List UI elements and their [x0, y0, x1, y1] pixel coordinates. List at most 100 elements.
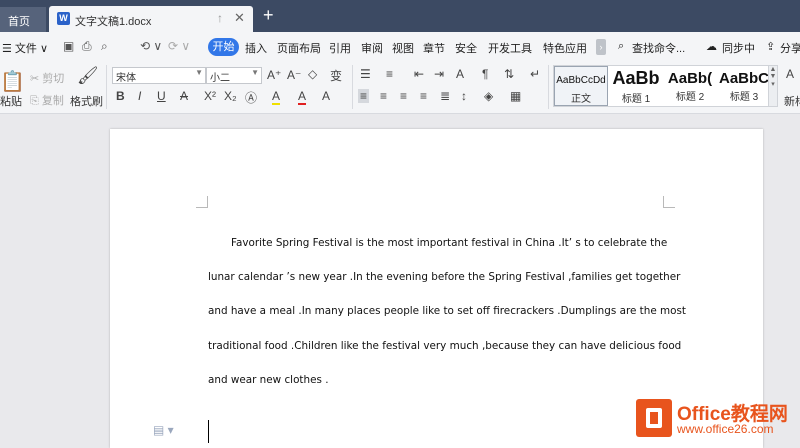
more-tabs-button[interactable]: › — [596, 39, 606, 55]
tab-security[interactable]: 安全 — [455, 40, 477, 56]
ribbon-divider — [548, 65, 549, 109]
tab-references[interactable]: 引用 — [329, 40, 351, 56]
align-right-icon[interactable]: ≡ — [400, 89, 407, 103]
undo-icon[interactable]: ⟲ ∨ — [140, 39, 162, 53]
font-name-value: 宋体 — [116, 73, 136, 84]
increase-indent-icon[interactable]: ⇥ — [434, 67, 444, 81]
paste-label[interactable]: 粘贴 — [0, 93, 22, 109]
styles-scroll[interactable]: ▲ ▼ ▾ — [768, 65, 778, 107]
font-name-select[interactable]: 宋体 ▼ — [112, 67, 206, 84]
menu-file[interactable]: ☰ 文件 ∨ — [2, 40, 48, 56]
line-spacing-icon[interactable]: ↕ — [461, 89, 467, 103]
borders-icon[interactable]: ▦ — [510, 89, 521, 103]
ribbon-divider — [106, 65, 107, 109]
tab-sections[interactable]: 章节 — [423, 40, 445, 56]
copy-label: 复制 — [41, 95, 64, 107]
font-size-select[interactable]: 小二 ▼ — [206, 67, 262, 84]
style-name: 正文 — [571, 94, 591, 105]
style-preview: AaBb( — [667, 70, 713, 87]
tab-insert[interactable]: 插入 — [245, 40, 267, 56]
show-marks-icon[interactable]: ¶ — [482, 67, 488, 81]
style-name: 标题 1 — [621, 94, 651, 105]
styles-gallery: AaBbCcDd 正文 AaBb 标题 1 AaBb( 标题 2 AaBbC 标… — [553, 65, 769, 107]
format-painter-label[interactable]: 格式刷 — [70, 93, 103, 109]
text-line: and have a meal .In many places people l… — [208, 305, 686, 318]
shading-icon[interactable]: ◈ — [484, 89, 493, 103]
style-preview: AaBbCcDd — [556, 75, 606, 86]
share-icon: ⇪ — [766, 41, 776, 53]
office-logo-icon — [636, 399, 672, 437]
sort-icon[interactable]: ⇅ — [504, 67, 514, 81]
bullet-list-icon[interactable]: ☰ — [360, 67, 371, 81]
print-icon[interactable]: ⎙ — [82, 39, 92, 54]
style-heading-1[interactable]: AaBb 标题 1 — [609, 66, 663, 106]
paragraph-mark-icon[interactable]: ↵ — [530, 67, 540, 81]
style-heading-3[interactable]: AaBbC 标题 3 — [717, 66, 771, 106]
tab-page-layout[interactable]: 页面布局 — [277, 40, 321, 56]
grow-font-button[interactable]: A⁺ — [267, 68, 281, 82]
document-paragraph[interactable]: Favorite Spring Festival is the most imp… — [208, 226, 686, 397]
superscript-button[interactable]: X² — [204, 89, 216, 103]
text-line: and wear new clothes . — [208, 373, 329, 386]
cut-button[interactable]: ✂ 剪切 — [30, 70, 64, 86]
strikethrough-button[interactable]: A — [180, 89, 188, 103]
decrease-indent-icon[interactable]: ⇤ — [414, 67, 424, 81]
style-preview: AaBbC — [718, 70, 769, 87]
clear-format-button[interactable]: ◇ — [308, 67, 317, 81]
style-name: 标题 2 — [675, 92, 705, 103]
document-tab-title: 文字文稿1.docx — [75, 16, 152, 28]
tab-document[interactable]: W 文字文稿1.docx ↑ ✕ — [49, 6, 253, 32]
new-tab-button[interactable]: + — [263, 5, 274, 25]
margin-mark-top-right — [663, 196, 675, 208]
style-name: 标题 3 — [729, 92, 759, 103]
ribbon-toolbar: 📋 粘贴 ✂ 剪切 ⎘ 复制 🖌 格式刷 宋体 ▼ 小二 ▼ A⁺ A⁻ ◇ 变 B… — [0, 61, 800, 114]
writer-doc-icon: W — [57, 12, 70, 25]
tab-developer[interactable]: 开发工具 — [488, 40, 532, 56]
tab-start[interactable]: 开始 — [208, 38, 239, 56]
site-watermark-logo: Office教程网 www.office26.com — [636, 398, 800, 448]
style-preview: AaBb — [612, 68, 660, 88]
save-icon[interactable]: ▣ — [63, 39, 74, 53]
close-tab-icon[interactable]: ✕ — [234, 10, 245, 26]
command-search[interactable]: 查找命令... — [632, 40, 685, 56]
text-line: Favorite Spring Festival is the most imp… — [231, 237, 668, 249]
share-button[interactable]: 分享 — [780, 40, 800, 56]
font-color-button[interactable]: A — [298, 89, 307, 105]
paste-icon[interactable]: 📋 — [0, 69, 25, 94]
chinese-layout-icon[interactable]: A — [456, 67, 464, 81]
sync-status[interactable]: 同步中 — [722, 40, 755, 56]
numbered-list-icon[interactable]: ≡ — [386, 67, 393, 81]
justify-icon[interactable]: ≡ — [420, 89, 427, 103]
pin-icon[interactable]: ↑ — [217, 11, 223, 25]
text-line: traditional food .Children like the fest… — [208, 339, 682, 352]
shrink-font-button[interactable]: A⁻ — [287, 68, 301, 82]
margin-mark-top-left — [196, 196, 208, 208]
cut-label: 剪切 — [42, 73, 65, 85]
new-style-label[interactable]: 新样 — [784, 93, 800, 109]
tab-view[interactable]: 视图 — [392, 40, 414, 56]
ribbon-divider — [352, 65, 353, 109]
style-normal[interactable]: AaBbCcDd 正文 — [554, 66, 608, 106]
character-shading-button[interactable]: A — [322, 89, 330, 103]
chevron-down-icon: ▼ — [195, 68, 203, 77]
copy-button[interactable]: ⎘ 复制 — [30, 92, 64, 108]
tab-review[interactable]: 审阅 — [361, 40, 383, 56]
format-painter-icon[interactable]: 🖌 — [77, 66, 99, 86]
redo-icon[interactable]: ⟳ ∨ — [168, 39, 190, 53]
align-center-icon[interactable]: ≡ — [380, 89, 387, 103]
paragraph-menu-icon[interactable]: ▤ ▾ — [153, 423, 174, 437]
tab-featured-apps[interactable]: 特色应用 — [543, 40, 587, 56]
new-style-icon[interactable]: A — [786, 67, 794, 81]
print-preview-icon[interactable]: ⌕ — [101, 39, 108, 54]
bold-button[interactable]: B — [116, 89, 125, 103]
tab-home[interactable]: 首页 — [0, 7, 46, 32]
underline-button[interactable]: U — [157, 89, 166, 103]
align-left-icon[interactable]: ≡ — [358, 89, 370, 103]
text-effect-button[interactable]: Ⓐ — [245, 89, 257, 106]
highlight-button[interactable]: A — [272, 89, 281, 105]
phonetic-guide-button[interactable]: 变 — [330, 67, 342, 84]
distribute-icon[interactable]: ≣ — [440, 89, 450, 103]
style-heading-2[interactable]: AaBb( 标题 2 — [663, 66, 717, 106]
subscript-button[interactable]: X₂ — [224, 89, 237, 103]
italic-button[interactable]: I — [138, 89, 141, 103]
